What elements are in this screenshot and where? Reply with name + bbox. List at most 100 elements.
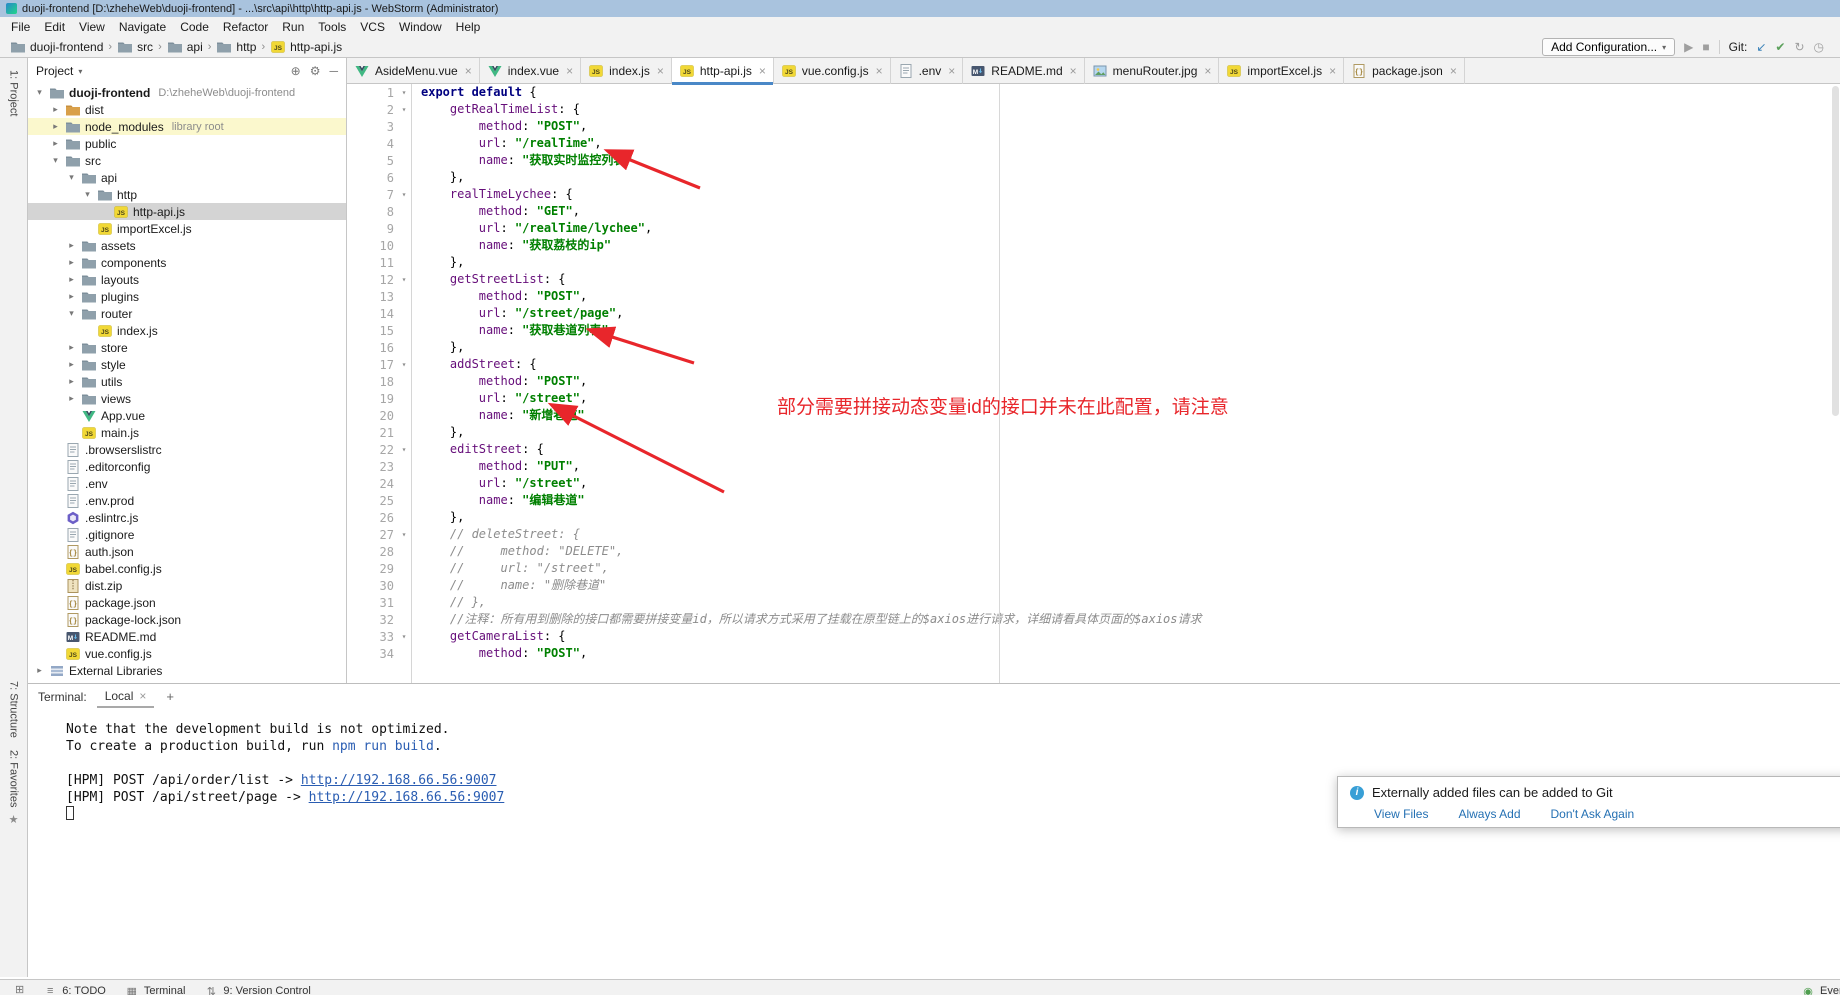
code-line[interactable]: editStreet: { (413, 441, 1840, 458)
editor-tab-.env[interactable]: .env× (891, 58, 964, 84)
breadcrumb-item-duoji-frontend[interactable]: duoji-frontend (10, 39, 103, 55)
collapsed-arrow-icon[interactable]: ▸ (50, 104, 61, 115)
tab-close-icon[interactable]: × (1450, 64, 1457, 78)
tree-item-dist.zip[interactable]: dist.zip (28, 577, 346, 594)
tree-item-auth.json[interactable]: {}auth.json (28, 543, 346, 560)
breadcrumb-item-src[interactable]: src (117, 39, 153, 55)
terminal-link[interactable]: http://192.168.66.56:9007 (301, 773, 497, 788)
code-line[interactable]: method: "PUT", (413, 458, 1840, 475)
tree-item-plugins[interactable]: ▸plugins (28, 288, 346, 305)
code-line[interactable]: name: "获取巷道列表" (413, 322, 1840, 339)
code-line[interactable]: name: "获取荔枝的ip" (413, 237, 1840, 254)
tab-close-icon[interactable]: × (657, 64, 664, 78)
collapsed-arrow-icon[interactable]: ▸ (66, 291, 77, 302)
tree-item-duoji-frontend[interactable]: ▾duoji-frontendD:\zheheWeb\duoji-fronten… (28, 84, 346, 101)
tree-item-utils[interactable]: ▸utils (28, 373, 346, 390)
tree-item-views[interactable]: ▸views (28, 390, 346, 407)
code-line[interactable]: method: "POST", (413, 645, 1840, 662)
code-line[interactable]: url: "/street", (413, 475, 1840, 492)
tree-item-node-modules[interactable]: ▸node_moduleslibrary root (28, 118, 346, 135)
tree-item-style[interactable]: ▸style (28, 356, 346, 373)
breadcrumb-item-api[interactable]: api (167, 39, 203, 55)
toolwindow-button-7-structure[interactable]: 7: Structure (8, 681, 20, 738)
tree-item-external-libraries[interactable]: ▸External Libraries (28, 662, 346, 679)
hide-panel-icon[interactable]: ─ (329, 64, 338, 78)
tree-item-public[interactable]: ▸public (28, 135, 346, 152)
editor[interactable]: 1▾2▾34567▾89101112▾1314151617▾1819202122… (347, 84, 1840, 683)
editor-code[interactable]: export default { getRealTimeList: { meth… (413, 84, 1840, 683)
code-line[interactable]: }, (413, 339, 1840, 356)
collapsed-arrow-icon[interactable]: ▸ (34, 665, 45, 676)
rollback-icon[interactable]: ↻ (1794, 41, 1804, 53)
menu-item-window[interactable]: Window (392, 18, 449, 36)
tab-close-icon[interactable]: × (759, 64, 766, 78)
code-line[interactable]: }, (413, 169, 1840, 186)
code-line[interactable]: // }, (413, 594, 1840, 611)
tab-close-icon[interactable]: × (876, 64, 883, 78)
code-line[interactable]: // deleteStreet: { (413, 526, 1840, 543)
tree-item-store[interactable]: ▸store (28, 339, 346, 356)
fold-icon[interactable]: ▾ (397, 632, 411, 641)
tab-close-icon[interactable]: × (566, 64, 573, 78)
code-line[interactable]: //注释：所有用到删除的接口都需要拼接变量id，所以请求方式采用了挂载在原型链上… (413, 611, 1840, 628)
tree-item-.env[interactable]: .env (28, 475, 346, 492)
tree-item-index.js[interactable]: JSindex.js (28, 322, 346, 339)
notification-action-view-files[interactable]: View Files (1374, 807, 1428, 821)
tree-item-.browserslistrc[interactable]: .browserslistrc (28, 441, 346, 458)
editor-tab-importexcel.js[interactable]: JSimportExcel.js× (1219, 58, 1344, 84)
code-line[interactable]: method: "POST", (413, 118, 1840, 135)
editor-scrollbar[interactable] (1832, 86, 1839, 416)
commit-icon[interactable]: ✔ (1775, 41, 1785, 53)
locate-file-icon[interactable]: ⊕ (291, 64, 301, 78)
add-configuration-button[interactable]: Add Configuration... ▾ (1542, 38, 1675, 56)
statusbar-6-todo[interactable]: ≡6: TODO (33, 983, 115, 995)
stop-icon[interactable]: ■ (1702, 41, 1709, 53)
code-line[interactable]: addStreet: { (413, 356, 1840, 373)
code-line[interactable]: url: "/street/page", (413, 305, 1840, 322)
editor-tab-menurouter.jpg[interactable]: menuRouter.jpg× (1085, 58, 1220, 84)
fold-icon[interactable]: ▾ (397, 360, 411, 369)
new-terminal-icon[interactable]: + (166, 689, 174, 704)
tree-item-babel.config.js[interactable]: JSbabel.config.js (28, 560, 346, 577)
editor-tab-readme.md[interactable]: MREADME.md× (963, 58, 1084, 84)
collapsed-arrow-icon[interactable]: ▸ (66, 359, 77, 370)
tab-close-icon[interactable]: × (948, 64, 955, 78)
tree-item-api[interactable]: ▾api (28, 169, 346, 186)
menu-item-run[interactable]: Run (275, 18, 311, 36)
fold-icon[interactable]: ▾ (397, 105, 411, 114)
fold-icon[interactable]: ▾ (397, 530, 411, 539)
code-line[interactable]: // method: "DELETE", (413, 543, 1840, 560)
menu-item-view[interactable]: View (72, 18, 112, 36)
code-line[interactable]: method: "POST", (413, 373, 1840, 390)
fold-icon[interactable]: ▾ (397, 445, 411, 454)
tree-item-layouts[interactable]: ▸layouts (28, 271, 346, 288)
expanded-arrow-icon[interactable]: ▾ (82, 189, 93, 200)
chevron-down-icon[interactable]: ▾ (78, 67, 82, 76)
menu-item-tools[interactable]: Tools (311, 18, 353, 36)
tree-item-importexcel.js[interactable]: JSimportExcel.js (28, 220, 346, 237)
run-icon[interactable]: ▶ (1684, 41, 1693, 53)
code-line[interactable]: getRealTimeList: { (413, 101, 1840, 118)
tree-item-http-api.js[interactable]: JShttp-api.js (28, 203, 346, 220)
fold-icon[interactable]: ▾ (397, 275, 411, 284)
code-line[interactable]: name: "编辑巷道" (413, 492, 1840, 509)
fold-icon[interactable]: ▾ (397, 190, 411, 199)
breadcrumb-item-http-api.js[interactable]: JShttp-api.js (270, 39, 342, 55)
code-line[interactable]: }, (413, 254, 1840, 271)
expanded-arrow-icon[interactable]: ▾ (34, 87, 45, 98)
tree-item-components[interactable]: ▸components (28, 254, 346, 271)
tree-item-package.json[interactable]: {}package.json (28, 594, 346, 611)
menu-item-navigate[interactable]: Navigate (112, 18, 173, 36)
tree-item-.eslintrc.js[interactable]: .eslintrc.js (28, 509, 346, 526)
expanded-arrow-icon[interactable]: ▾ (66, 172, 77, 183)
collapsed-arrow-icon[interactable]: ▸ (66, 240, 77, 251)
code-line[interactable]: realTimeLychee: { (413, 186, 1840, 203)
menu-item-code[interactable]: Code (173, 18, 216, 36)
tree-item-src[interactable]: ▾src (28, 152, 346, 169)
collapsed-arrow-icon[interactable]: ▸ (66, 393, 77, 404)
tree-item-readme.md[interactable]: MREADME.md (28, 628, 346, 645)
notification-action-always-add[interactable]: Always Add (1458, 807, 1520, 821)
editor-tab-http-api.js[interactable]: JShttp-api.js× (672, 58, 774, 84)
code-line[interactable]: name: "获取实时监控列表" (413, 152, 1840, 169)
editor-tab-asidemenu.vue[interactable]: AsideMenu.vue× (347, 58, 480, 84)
